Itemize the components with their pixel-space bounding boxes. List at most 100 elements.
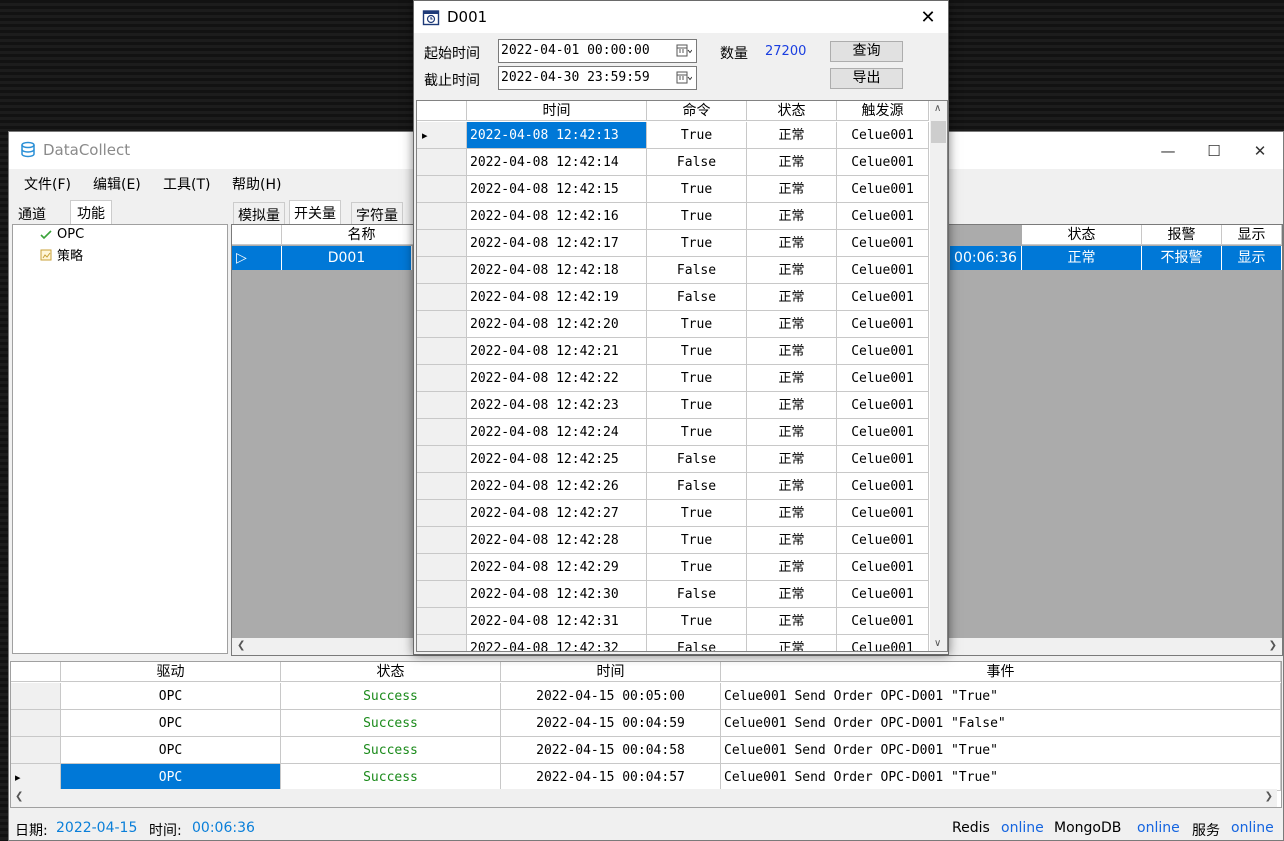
history-cell-source[interactable]: Celue001 bbox=[837, 527, 929, 554]
history-cell-status[interactable]: 正常 bbox=[747, 365, 837, 392]
row-header[interactable] bbox=[417, 311, 467, 338]
log-cell-status[interactable]: Success bbox=[281, 683, 501, 710]
tab-channel[interactable]: 通道 bbox=[12, 202, 52, 224]
start-time-picker[interactable]: 2022-04-01 00:00:00 bbox=[498, 39, 697, 63]
col-header-source[interactable]: 触发源 bbox=[837, 101, 929, 121]
history-cell-source[interactable]: Celue001 bbox=[837, 122, 929, 149]
tab-switch[interactable]: 开关量 bbox=[289, 200, 341, 224]
export-button[interactable]: 导出 bbox=[830, 68, 903, 89]
history-cell-status[interactable]: 正常 bbox=[747, 122, 837, 149]
row-header[interactable] bbox=[417, 203, 467, 230]
scroll-left-icon[interactable]: ❮ bbox=[237, 640, 245, 651]
history-cell-time[interactable]: 2022-04-08 12:42:13 bbox=[467, 122, 647, 149]
tree-item-strategy[interactable]: 策略 bbox=[39, 245, 83, 264]
history-cell-source[interactable]: Celue001 bbox=[837, 581, 929, 608]
menu-help[interactable]: 帮助(H) bbox=[232, 174, 281, 194]
col-header-time[interactable]: 时间 bbox=[467, 101, 647, 121]
row-header[interactable] bbox=[417, 527, 467, 554]
log-cell-time[interactable]: 2022-04-15 00:04:59 bbox=[501, 710, 721, 737]
history-cell-status[interactable]: 正常 bbox=[747, 284, 837, 311]
history-cell-source[interactable]: Celue001 bbox=[837, 608, 929, 635]
grid-cell-name[interactable]: D001 bbox=[282, 246, 412, 270]
history-cell-command[interactable]: False bbox=[647, 257, 747, 284]
history-cell-status[interactable]: 正常 bbox=[747, 473, 837, 500]
tree-item-opc[interactable]: OPC bbox=[39, 227, 84, 242]
row-header[interactable] bbox=[417, 392, 467, 419]
row-header[interactable] bbox=[11, 737, 61, 764]
history-cell-status[interactable]: 正常 bbox=[747, 203, 837, 230]
log-cell-event[interactable]: Celue001 Send Order OPC-D001 "True" bbox=[721, 764, 1281, 791]
tab-string[interactable]: 字符量 bbox=[351, 202, 403, 224]
row-header[interactable] bbox=[417, 338, 467, 365]
row-header[interactable] bbox=[417, 257, 467, 284]
close-button[interactable]: ✕ bbox=[1237, 132, 1283, 169]
row-header[interactable] bbox=[11, 683, 61, 710]
col-header-status[interactable]: 状态 bbox=[747, 101, 837, 121]
history-cell-source[interactable]: Celue001 bbox=[837, 473, 929, 500]
col-header-status[interactable]: 状态 bbox=[1022, 225, 1142, 245]
history-cell-time[interactable]: 2022-04-08 12:42:28 bbox=[467, 527, 647, 554]
row-header[interactable] bbox=[417, 365, 467, 392]
row-header[interactable]: ▸ bbox=[417, 122, 467, 149]
calendar-dropdown-icon[interactable] bbox=[676, 43, 692, 59]
history-cell-time[interactable]: 2022-04-08 12:42:23 bbox=[467, 392, 647, 419]
history-cell-time[interactable]: 2022-04-08 12:42:16 bbox=[467, 203, 647, 230]
menu-edit[interactable]: 编辑(E) bbox=[93, 174, 141, 194]
history-cell-time[interactable]: 2022-04-08 12:42:25 bbox=[467, 446, 647, 473]
row-header[interactable] bbox=[417, 230, 467, 257]
history-cell-status[interactable]: 正常 bbox=[747, 500, 837, 527]
history-cell-command[interactable]: False bbox=[647, 635, 747, 651]
row-selector-arrow[interactable]: ▷ bbox=[232, 246, 282, 270]
history-cell-status[interactable]: 正常 bbox=[747, 581, 837, 608]
maximize-button[interactable]: ☐ bbox=[1191, 132, 1237, 169]
scroll-thumb[interactable] bbox=[931, 121, 946, 143]
history-cell-command[interactable]: True bbox=[647, 365, 747, 392]
row-header[interactable] bbox=[417, 500, 467, 527]
history-cell-time[interactable]: 2022-04-08 12:42:30 bbox=[467, 581, 647, 608]
history-cell-source[interactable]: Celue001 bbox=[837, 446, 929, 473]
col-header-time[interactable]: 时间 bbox=[501, 662, 721, 682]
history-cell-status[interactable]: 正常 bbox=[747, 419, 837, 446]
dialog-close-button[interactable]: ✕ bbox=[908, 1, 948, 33]
history-cell-status[interactable]: 正常 bbox=[747, 527, 837, 554]
menu-file[interactable]: 文件(F) bbox=[24, 174, 71, 194]
history-cell-time[interactable]: 2022-04-08 12:42:29 bbox=[467, 554, 647, 581]
history-cell-source[interactable]: Celue001 bbox=[837, 230, 929, 257]
row-header[interactable] bbox=[417, 149, 467, 176]
history-cell-status[interactable]: 正常 bbox=[747, 176, 837, 203]
log-cell-event[interactable]: Celue001 Send Order OPC-D001 "True" bbox=[721, 683, 1281, 710]
history-cell-time[interactable]: 2022-04-08 12:42:24 bbox=[467, 419, 647, 446]
row-header[interactable] bbox=[417, 554, 467, 581]
log-cell-status[interactable]: Success bbox=[281, 737, 501, 764]
log-cell-driver[interactable]: OPC bbox=[61, 710, 281, 737]
scroll-up-icon[interactable]: ∧ bbox=[934, 103, 941, 114]
history-cell-time[interactable]: 2022-04-08 12:42:18 bbox=[467, 257, 647, 284]
history-cell-command[interactable]: True bbox=[647, 500, 747, 527]
row-header[interactable] bbox=[417, 635, 467, 651]
log-cell-status[interactable]: Success bbox=[281, 710, 501, 737]
history-cell-command[interactable]: False bbox=[647, 581, 747, 608]
history-cell-time[interactable]: 2022-04-08 12:42:15 bbox=[467, 176, 647, 203]
history-cell-time[interactable]: 2022-04-08 12:42:19 bbox=[467, 284, 647, 311]
row-header[interactable] bbox=[417, 284, 467, 311]
history-cell-status[interactable]: 正常 bbox=[747, 338, 837, 365]
log-cell-time[interactable]: 2022-04-15 00:04:58 bbox=[501, 737, 721, 764]
scroll-right-icon[interactable]: ❯ bbox=[1269, 640, 1277, 651]
history-cell-source[interactable]: Celue001 bbox=[837, 284, 929, 311]
col-header-alarm[interactable]: 报警 bbox=[1142, 225, 1222, 245]
history-cell-time[interactable]: 2022-04-08 12:42:26 bbox=[467, 473, 647, 500]
calendar-dropdown-icon[interactable] bbox=[676, 70, 692, 86]
log-horizontal-scrollbar[interactable]: ❮ ❯ bbox=[11, 789, 1277, 807]
log-cell-time[interactable]: 2022-04-15 00:04:57 bbox=[501, 764, 721, 791]
history-cell-time[interactable]: 2022-04-08 12:42:14 bbox=[467, 149, 647, 176]
history-cell-time[interactable]: 2022-04-08 12:42:20 bbox=[467, 311, 647, 338]
grid-cell-time[interactable]: 00:06:36 bbox=[950, 246, 1022, 270]
col-header-driver[interactable]: 驱动 bbox=[61, 662, 281, 682]
history-cell-status[interactable]: 正常 bbox=[747, 230, 837, 257]
log-cell-time[interactable]: 2022-04-15 00:05:00 bbox=[501, 683, 721, 710]
history-cell-command[interactable]: True bbox=[647, 338, 747, 365]
log-cell-status[interactable]: Success bbox=[281, 764, 501, 791]
history-cell-time[interactable]: 2022-04-08 12:42:22 bbox=[467, 365, 647, 392]
history-cell-command[interactable]: True bbox=[647, 608, 747, 635]
history-cell-status[interactable]: 正常 bbox=[747, 635, 837, 651]
